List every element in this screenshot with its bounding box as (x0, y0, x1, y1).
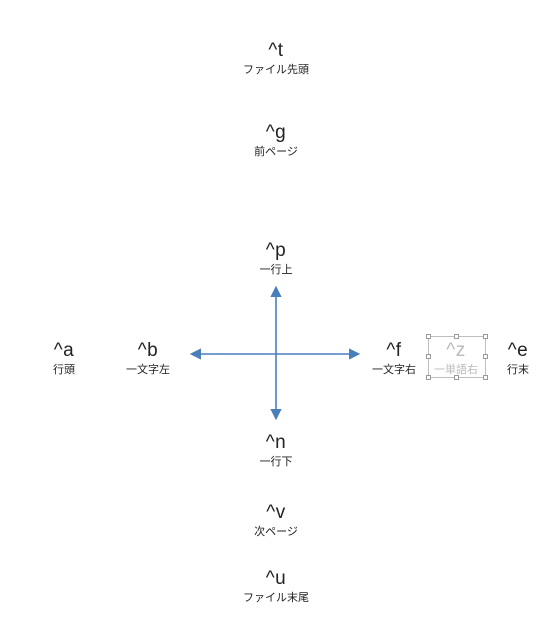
node-page-down: ^v 次ページ (236, 502, 316, 538)
key-label: ^e (494, 340, 542, 362)
key-desc: 一行上 (236, 264, 316, 277)
key-desc: 行頭 (40, 364, 88, 377)
node-char-right: ^f 一文字右 (364, 340, 424, 376)
key-label: ^n (236, 432, 316, 454)
node-page-up: ^g 前ページ (236, 122, 316, 158)
key-label: ^u (236, 568, 316, 590)
key-desc: 一文字左 (118, 364, 178, 377)
node-word-right[interactable]: ^z 一単語右 (426, 340, 486, 376)
node-line-up: ^p 一行上 (236, 240, 316, 276)
key-label: ^p (236, 240, 316, 262)
key-label: ^b (118, 340, 178, 362)
key-label: ^z (426, 340, 486, 362)
key-desc: 一単語右 (426, 364, 486, 377)
node-line-end: ^e 行末 (494, 340, 542, 376)
key-desc: 一文字右 (364, 364, 424, 377)
key-label: ^f (364, 340, 424, 362)
key-label: ^v (236, 502, 316, 524)
diagram-stage: ^t ファイル先頭 ^g 前ページ ^p 一行上 ^n 一行下 ^v 次ページ … (0, 0, 552, 633)
node-file-bottom: ^u ファイル末尾 (236, 568, 316, 604)
node-line-down: ^n 一行下 (236, 432, 316, 468)
key-label: ^g (236, 122, 316, 144)
key-desc: 一行下 (236, 456, 316, 469)
key-desc: 行末 (494, 364, 542, 377)
key-desc: 次ページ (236, 526, 316, 539)
key-label: ^t (236, 40, 316, 62)
node-file-top: ^t ファイル先頭 (236, 40, 316, 76)
node-line-start: ^a 行頭 (40, 340, 88, 376)
key-desc: ファイル先頭 (236, 64, 316, 77)
key-desc: 前ページ (236, 146, 316, 159)
node-char-left: ^b 一文字左 (118, 340, 178, 376)
key-desc: ファイル末尾 (236, 592, 316, 605)
key-label: ^a (40, 340, 88, 362)
